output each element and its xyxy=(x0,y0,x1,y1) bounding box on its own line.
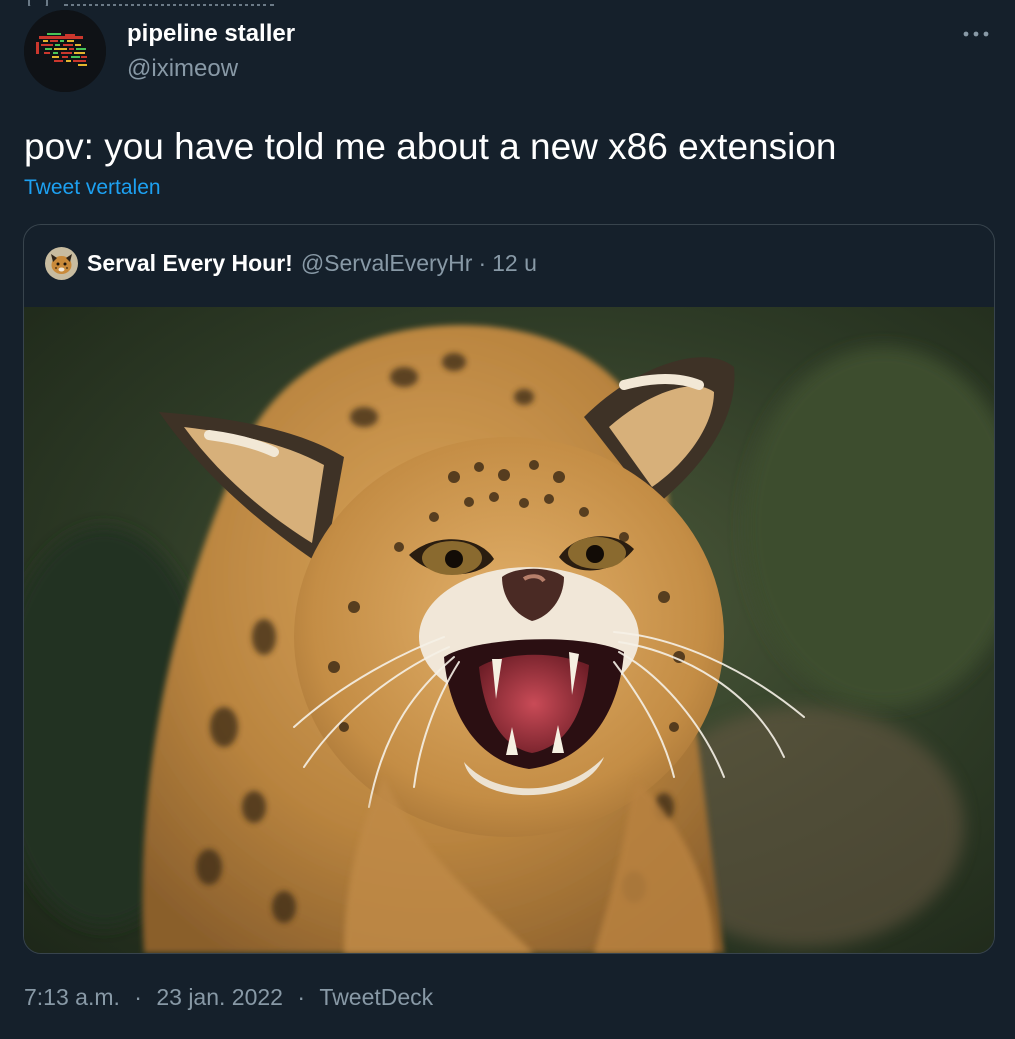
tweet-source-link[interactable]: TweetDeck xyxy=(319,984,433,1011)
author-handle[interactable]: @iximeow xyxy=(127,55,238,83)
previous-item-fragment xyxy=(28,0,288,6)
meta-separator: · xyxy=(297,984,306,1010)
author-display-name[interactable]: pipeline staller xyxy=(127,20,295,48)
fragment-icon xyxy=(28,0,48,6)
more-horizontal-icon xyxy=(963,31,989,37)
quoted-header-separator: · xyxy=(478,249,487,276)
tweet-time[interactable]: 7:13 a.m. xyxy=(24,984,120,1011)
author-avatar[interactable] xyxy=(24,10,106,92)
quoted-tweet-card[interactable]: Serval Every Hour! @ServalEveryHr · 12 u xyxy=(23,224,995,954)
quoted-author-name: Serval Every Hour! xyxy=(87,249,293,276)
serval-avatar-icon xyxy=(45,246,78,280)
tweet-date[interactable]: 23 jan. 2022 xyxy=(156,984,283,1011)
fragment-text xyxy=(64,0,274,6)
meta-separator: · xyxy=(134,984,142,1010)
quoted-tweet-header: Serval Every Hour! @ServalEveryHr · 12 u xyxy=(45,245,537,281)
translate-tweet-link[interactable]: Tweet vertalen xyxy=(24,176,161,200)
more-options-button[interactable] xyxy=(960,18,992,50)
tweet-detail-page: pipeline staller @iximeow pov: you have … xyxy=(0,0,1015,1039)
tweet-text: pov: you have told me about a new x86 ex… xyxy=(24,126,837,167)
quoted-author-handle: @ServalEveryHr xyxy=(300,249,473,276)
quoted-tweet-time: 12 u xyxy=(492,249,537,276)
pixel-art-avatar-icon xyxy=(24,10,106,92)
serval-photo xyxy=(24,307,994,953)
quoted-tweet-media[interactable] xyxy=(24,307,994,953)
tweet-header: pipeline staller @iximeow xyxy=(24,10,992,94)
quoted-author-avatar xyxy=(45,246,78,280)
tweet-meta-line: 7:13 a.m. · 23 jan. 2022 · TweetDeck xyxy=(24,984,433,1011)
